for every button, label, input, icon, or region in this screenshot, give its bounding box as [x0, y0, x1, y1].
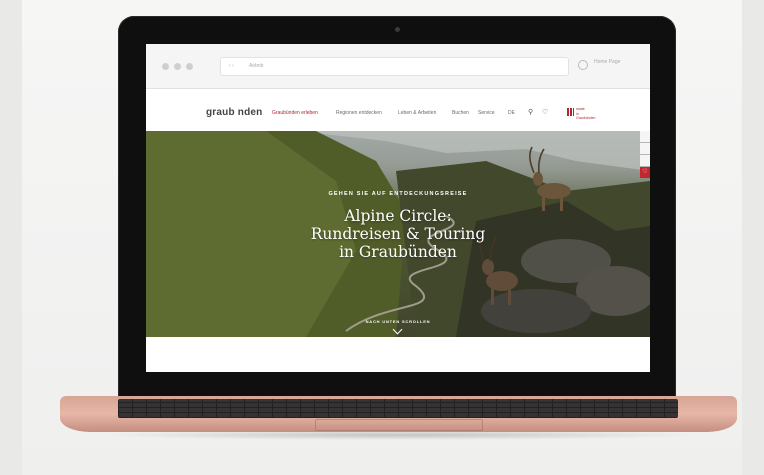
hero-title-line1: Alpine Circle: [344, 207, 452, 225]
nav-item-regionen-entdecken[interactable]: Regionen entdecken [336, 110, 382, 116]
hero-overline: GEHEN SIE AUF ENTDECKUNGSREISE [328, 191, 468, 197]
laptop-screen: ‹ › Airbnb Home Page graub nden Graubünd… [146, 44, 650, 372]
search-icon[interactable]: ⚲ [528, 108, 533, 116]
made-in-graubuenden-mark[interactable]: made in Graubünden [567, 107, 595, 120]
page-content-below [146, 337, 650, 372]
brand-mark-line2: in Graubünden [576, 111, 596, 121]
camera-icon [395, 27, 400, 32]
nav-item-buchen[interactable]: Buchen [452, 110, 469, 116]
logo-text: graub nden [206, 107, 263, 118]
hero-title: Alpine Circle: Rundreisen & Touring in G… [146, 207, 650, 261]
site-header: graub nden Graubünden erleben Regionen e… [146, 89, 650, 131]
hero-banner: GEHEN SIE AUF ENTDECKUNGSREISE Alpine Ci… [146, 131, 650, 337]
address-text: Airbnb [249, 63, 264, 69]
side-rail-button-3[interactable] [640, 155, 650, 166]
side-rail-button-2[interactable] [640, 143, 650, 154]
window-zoom-button[interactable] [186, 63, 193, 70]
side-rail: ♡ [640, 131, 650, 189]
reload-icon[interactable] [578, 60, 588, 70]
favorites-heart-icon[interactable]: ♡ [640, 167, 650, 178]
window-minimize-button[interactable] [174, 63, 181, 70]
keyboard [118, 399, 678, 418]
nav-item-service[interactable]: Service [478, 110, 495, 116]
laptop-lid: ‹ › Airbnb Home Page graub nden Graubünd… [118, 16, 676, 400]
bars-icon [567, 108, 574, 116]
trackpad [315, 419, 483, 431]
window-close-button[interactable] [162, 63, 169, 70]
browser-chrome: ‹ › Airbnb Home Page [146, 44, 650, 89]
site-logo[interactable]: graub nden [206, 107, 262, 118]
nav-item-graubuenden-erleben[interactable]: Graubünden erleben [272, 110, 318, 116]
home-page-link[interactable]: Home Page [594, 59, 620, 65]
nav-item-leben-arbeiten[interactable]: Leben & Arbeiten [398, 110, 436, 116]
scroll-down-link[interactable]: NACH UNTEN SCROLLEN [146, 319, 650, 324]
address-bar[interactable]: ‹ › Airbnb [220, 57, 569, 76]
nav-arrows-icon[interactable]: ‹ › [229, 58, 234, 75]
heart-icon[interactable]: ♡ [542, 108, 548, 116]
language-selector[interactable]: DE [508, 110, 515, 116]
hero-title-line2: Rundreisen & Touring [310, 225, 486, 243]
laptop-base [60, 396, 737, 432]
hero-title-line3: in Graubünden [339, 243, 457, 261]
side-rail-button-1[interactable] [640, 131, 650, 142]
